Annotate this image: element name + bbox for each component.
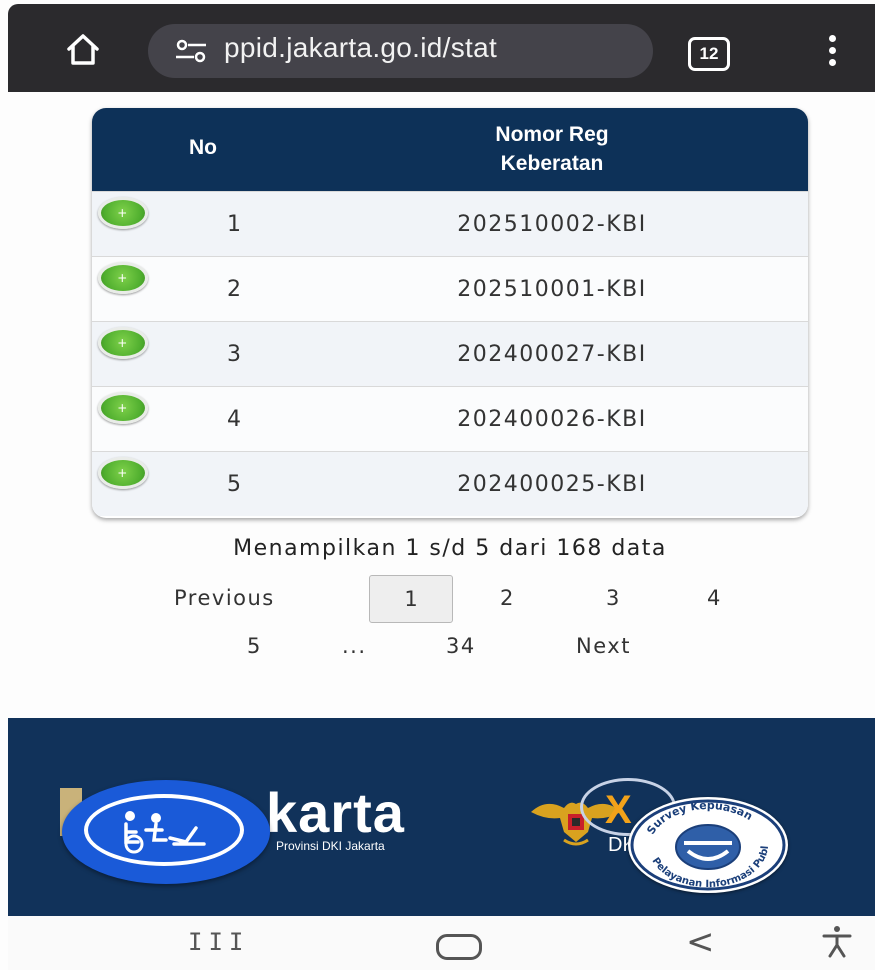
url-text[interactable]: ppid.jakarta.go.id/stat — [224, 32, 497, 64]
keberatan-table: No Nomor Reg Keberatan + 1 202510002-KBI… — [92, 108, 808, 518]
column-header-nomor-reg: Nomor Reg Keberatan — [495, 123, 609, 175]
page-button-1[interactable]: 1 — [369, 575, 453, 623]
page-button-3[interactable]: 3 — [606, 586, 621, 610]
table-row: + 1 202510002-KBI — [92, 191, 808, 256]
previous-button[interactable]: Previous — [174, 586, 275, 610]
accessibility-icon[interactable] — [820, 924, 854, 958]
cell-nomor-reg: 202400026-KBI — [457, 407, 647, 432]
next-button[interactable]: Next — [576, 634, 631, 658]
site-settings-icon[interactable] — [174, 38, 208, 64]
page-button-4[interactable]: 4 — [707, 586, 722, 610]
pagination-info: Menampilkan 1 s/d 5 dari 168 data — [233, 536, 667, 561]
accessibility-button[interactable] — [62, 780, 270, 884]
home-icon[interactable] — [63, 29, 103, 69]
cell-no: 5 — [227, 472, 243, 497]
expand-row-icon[interactable]: + — [98, 457, 148, 489]
cell-nomor-reg: 202400027-KBI — [457, 342, 647, 367]
table-row: + 2 202510001-KBI — [92, 256, 808, 321]
recents-button[interactable]: III — [188, 928, 249, 956]
table-row: + 3 202400027-KBI — [92, 321, 808, 386]
android-navigation-bar: III < — [8, 916, 875, 970]
wheelchair-assist-icon — [124, 811, 206, 854]
page-button-2[interactable]: 2 — [500, 586, 515, 610]
survey-kepuasan-badge[interactable]: Survey Kepuasan Pelayanan Informasi Publ… — [628, 797, 788, 893]
cell-no: 3 — [227, 342, 243, 367]
expand-row-icon[interactable]: + — [98, 327, 148, 359]
page-ellipsis: ... — [342, 634, 367, 658]
table-row: + 4 202400026-KBI — [92, 386, 808, 451]
table-header: No Nomor Reg Keberatan — [92, 108, 808, 191]
table-row: + 5 202400025-KBI — [92, 451, 808, 516]
survey-smile-icon: Survey Kepuasan Pelayanan Informasi Publ… — [628, 797, 786, 891]
column-header-no: No — [189, 136, 217, 159]
back-button[interactable]: < — [686, 922, 715, 962]
expand-row-icon[interactable]: + — [98, 392, 148, 424]
tab-switcher-button[interactable]: 12 — [688, 37, 730, 71]
cell-no: 1 — [227, 212, 243, 237]
cell-nomor-reg: 202510001-KBI — [457, 277, 647, 302]
jakarta-brand-subtitle: Provinsi DKI Jakarta — [276, 839, 385, 853]
browser-toolbar: ppid.jakarta.go.id/stat 12 — [8, 4, 875, 92]
address-bar[interactable]: ppid.jakarta.go.id/stat — [148, 24, 653, 78]
cell-no: 2 — [227, 277, 243, 302]
home-button[interactable] — [436, 934, 482, 960]
page-button-5[interactable]: 5 — [247, 634, 262, 658]
cell-nomor-reg: 202510002-KBI — [457, 212, 647, 237]
cell-nomor-reg: 202400025-KBI — [457, 472, 647, 497]
more-menu-icon[interactable] — [820, 32, 844, 72]
cell-no: 4 — [227, 407, 243, 432]
expand-row-icon[interactable]: + — [98, 197, 148, 229]
expand-row-icon[interactable]: + — [98, 262, 148, 294]
page-button-34[interactable]: 34 — [446, 634, 476, 658]
jakarta-brand-text: karta — [266, 781, 405, 844]
